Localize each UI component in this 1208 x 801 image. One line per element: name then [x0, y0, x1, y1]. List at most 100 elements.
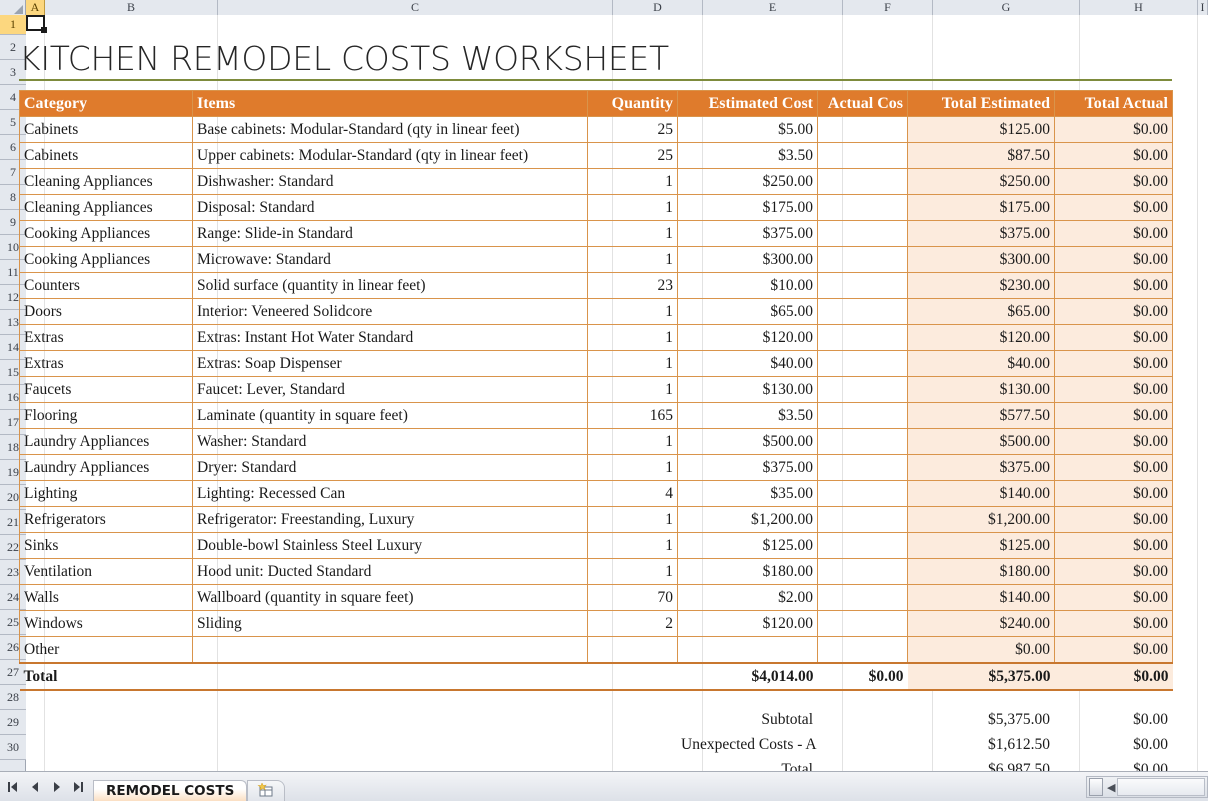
cell-estimated-cost[interactable]: $3.50 [677, 142, 818, 169]
cell-actual-cost[interactable] [817, 272, 908, 299]
table-row[interactable]: Doors Interior: Veneered Solidcore 1 $65.00… [19, 298, 1173, 325]
column-header-F[interactable]: F [843, 0, 933, 15]
cell-estimated-cost[interactable]: $500.00 [677, 428, 818, 455]
cell-total-actual[interactable]: $0.00 [1054, 584, 1173, 611]
table-row[interactable]: Ventilation Hood unit: Ducted Standard 1 $1… [19, 558, 1173, 585]
cell-actual-cost[interactable] [817, 220, 908, 247]
select-all-corner[interactable] [0, 0, 26, 15]
cell-quantity[interactable]: 1 [587, 324, 678, 351]
cell-actual-cost[interactable] [817, 428, 908, 455]
table-row[interactable]: Faucets Faucet: Lever, Standard 1 $130.00 $1… [19, 376, 1173, 403]
cell-actual-cost[interactable] [817, 116, 908, 143]
cell-actual-cost[interactable] [817, 376, 908, 403]
cell-items[interactable]: Interior: Veneered Solidcore [192, 298, 588, 325]
cell-items[interactable]: Microwave: Standard [192, 246, 588, 273]
nav-first-sheet-icon[interactable] [6, 780, 19, 794]
cell-quantity[interactable]: 23 [587, 272, 678, 299]
cell-items[interactable]: Dishwasher: Standard [192, 168, 588, 195]
cell-total-estimated[interactable]: $375.00 [907, 454, 1055, 481]
cell-category[interactable]: Counters [19, 272, 193, 299]
cell-category[interactable]: Sinks [19, 532, 193, 559]
scrollbar-split-handle[interactable] [1089, 778, 1103, 796]
cell-total-actual[interactable]: $0.00 [1054, 610, 1173, 637]
cell-estimated-cost[interactable]: $125.00 [677, 532, 818, 559]
cell-category[interactable]: Cooking Appliances [19, 246, 193, 273]
cell-total-actual[interactable]: $0.00 [1054, 558, 1173, 585]
total-total-estimated[interactable]: $5,375.00 [907, 662, 1055, 691]
cell-quantity[interactable]: 1 [587, 350, 678, 377]
cell-quantity[interactable]: 1 [587, 220, 678, 247]
cell-estimated-cost[interactable]: $130.00 [677, 376, 818, 403]
cell-total-estimated[interactable]: $500.00 [907, 428, 1055, 455]
cell-total-estimated[interactable]: $1,200.00 [907, 506, 1055, 533]
cell-actual-cost[interactable] [817, 480, 908, 507]
cell-actual-cost[interactable] [817, 350, 908, 377]
table-total-row[interactable]: Total $4,014.00 $0.00 $5,375.00 $0.00 [19, 662, 1173, 691]
cell-estimated-cost[interactable]: $180.00 [677, 558, 818, 585]
cell-items[interactable]: Lighting: Recessed Can [192, 480, 588, 507]
cell-items[interactable]: Sliding [192, 610, 588, 637]
cell-category[interactable]: Doors [19, 298, 193, 325]
cell-total-actual[interactable]: $0.00 [1054, 480, 1173, 507]
table-row[interactable]: Cooking Appliances Microwave: Standard 1 $3… [19, 246, 1173, 273]
cell-category[interactable]: Faucets [19, 376, 193, 403]
cell-items[interactable]: Faucet: Lever, Standard [192, 376, 588, 403]
cell-total-estimated[interactable]: $180.00 [907, 558, 1055, 585]
cell-actual-cost[interactable] [817, 610, 908, 637]
cell-actual-cost[interactable] [817, 558, 908, 585]
cell-category[interactable]: Flooring [19, 402, 193, 429]
cell-actual-cost[interactable] [817, 324, 908, 351]
cell-items[interactable]: Dryer: Standard [192, 454, 588, 481]
cell-actual-cost[interactable] [817, 454, 908, 481]
cell-total-estimated[interactable]: $375.00 [907, 220, 1055, 247]
cell-quantity[interactable]: 1 [587, 376, 678, 403]
column-header-D[interactable]: D [613, 0, 703, 15]
cell-estimated-cost[interactable]: $35.00 [677, 480, 818, 507]
cell-actual-cost[interactable] [817, 584, 908, 611]
cell-estimated-cost[interactable] [677, 636, 818, 664]
column-header-C[interactable]: C [218, 0, 613, 15]
total-estimated-cost[interactable]: $4,014.00 [677, 662, 818, 691]
cell-actual-cost[interactable] [817, 636, 908, 664]
cell-category[interactable]: Cooking Appliances [19, 220, 193, 247]
scroll-left-icon[interactable]: ◀ [1107, 781, 1115, 794]
cell-total-estimated[interactable]: $120.00 [907, 324, 1055, 351]
cell-estimated-cost[interactable]: $40.00 [677, 350, 818, 377]
table-row[interactable]: Laundry Appliances Dryer: Standard 1 $375.0… [19, 454, 1173, 481]
column-header-E[interactable]: E [703, 0, 843, 15]
cell-estimated-cost[interactable]: $375.00 [677, 454, 818, 481]
column-header-I[interactable]: I [1198, 0, 1208, 15]
cell-estimated-cost[interactable]: $1,200.00 [677, 506, 818, 533]
cell-actual-cost[interactable] [817, 168, 908, 195]
nav-next-sheet-icon[interactable] [50, 780, 63, 794]
table-row[interactable]: Laundry Appliances Washer: Standard 1 $500.… [19, 428, 1173, 455]
cell-total-actual[interactable]: $0.00 [1054, 428, 1173, 455]
cell-estimated-cost[interactable]: $120.00 [677, 324, 818, 351]
cell-quantity[interactable] [587, 636, 678, 664]
cell-category[interactable]: Lighting [19, 480, 193, 507]
table-row[interactable]: Cabinets Base cabinets: Modular-Standard … [19, 116, 1173, 143]
nav-prev-sheet-icon[interactable] [28, 780, 41, 794]
cell-total-estimated[interactable]: $175.00 [907, 194, 1055, 221]
cell-estimated-cost[interactable]: $250.00 [677, 168, 818, 195]
cell-quantity[interactable]: 1 [587, 558, 678, 585]
table-row[interactable]: Counters Solid surface (quantity in linea… [19, 272, 1173, 299]
cell-quantity[interactable]: 1 [587, 246, 678, 273]
cell-estimated-cost[interactable]: $175.00 [677, 194, 818, 221]
cell-actual-cost[interactable] [817, 506, 908, 533]
scrollbar-track[interactable] [1117, 778, 1205, 796]
horizontal-scrollbar[interactable]: ◀ [1086, 776, 1208, 798]
total-label[interactable]: Total [19, 662, 193, 691]
cell-items[interactable]: Disposal: Standard [192, 194, 588, 221]
cell-items[interactable]: Washer: Standard [192, 428, 588, 455]
cell-total-actual[interactable]: $0.00 [1054, 168, 1173, 195]
cell-quantity[interactable]: 1 [587, 532, 678, 559]
cell-actual-cost[interactable] [817, 194, 908, 221]
cell-quantity[interactable]: 1 [587, 298, 678, 325]
cell-estimated-cost[interactable]: $300.00 [677, 246, 818, 273]
table-row[interactable]: Cleaning Appliances Dishwasher: Standard 1… [19, 168, 1173, 195]
cell-items[interactable]: Upper cabinets: Modular-Standard (qty in… [192, 142, 588, 169]
cell-items[interactable]: Extras: Soap Dispenser [192, 350, 588, 377]
cell-items[interactable]: Extras: Instant Hot Water Standard [192, 324, 588, 351]
cell-total-estimated[interactable]: $0.00 [907, 636, 1055, 664]
